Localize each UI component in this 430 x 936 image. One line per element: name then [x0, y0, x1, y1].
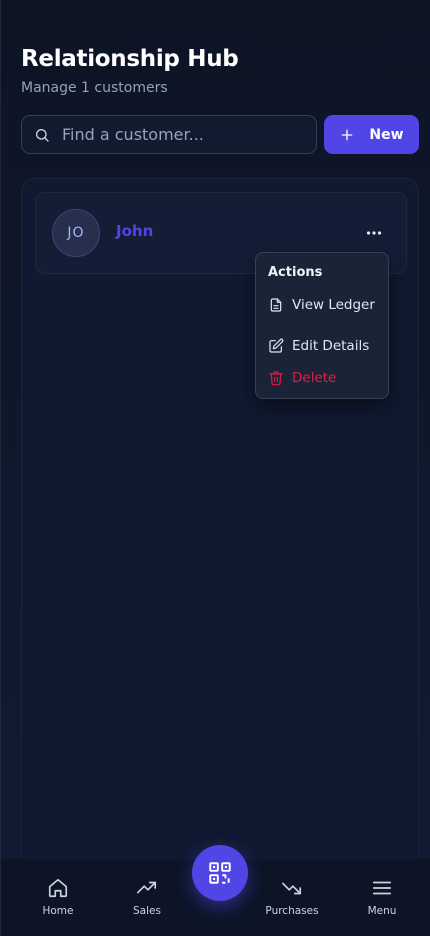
nav-item-home[interactable]: Home	[18, 877, 98, 917]
menu-item-label: Edit Details	[292, 338, 370, 354]
nav-item-label: Menu	[367, 905, 397, 917]
new-customer-button[interactable]: New	[324, 115, 419, 154]
qr-code-icon	[209, 862, 231, 884]
qr-scan-button[interactable]	[192, 845, 248, 901]
search-input[interactable]	[62, 125, 292, 144]
menu-item-delete[interactable]: Delete	[268, 367, 336, 389]
new-button-label: New	[369, 126, 404, 143]
nav-item-menu[interactable]: Menu	[342, 877, 422, 917]
hamburger-icon	[372, 881, 392, 895]
nav-item-label: Home	[42, 905, 74, 917]
trending-up-icon	[137, 881, 157, 894]
nav-item-label: Sales	[133, 905, 161, 917]
more-options-button[interactable]	[362, 223, 386, 243]
nav-item-purchases[interactable]: Purchases	[252, 877, 332, 917]
trending-down-icon	[282, 882, 302, 895]
plus-icon	[342, 129, 353, 140]
menu-item-edit-details[interactable]: Edit Details	[268, 335, 369, 357]
customer-name[interactable]: John	[116, 222, 153, 240]
home-icon	[48, 878, 68, 898]
page-header: Relationship Hub Manage 1 customers	[21, 46, 239, 96]
menu-item-label: View Ledger	[292, 297, 375, 313]
nav-item-sales[interactable]: Sales	[107, 877, 187, 917]
actions-menu: Actions View Ledger Edit Details Delete	[255, 252, 389, 399]
edit-icon	[269, 338, 284, 353]
page-title: Relationship Hub	[21, 46, 239, 72]
nav-item-label: Purchases	[265, 905, 319, 917]
menu-item-view-ledger[interactable]: View Ledger	[268, 294, 375, 316]
more-horizontal-icon	[366, 231, 382, 235]
actions-menu-title: Actions	[268, 265, 323, 280]
app-screen: Relationship Hub Manage 1 customers New …	[0, 0, 430, 936]
page-subtitle: Manage 1 customers	[21, 80, 168, 96]
menu-item-label: Delete	[292, 370, 337, 386]
avatar: JO	[52, 209, 100, 257]
trash-icon	[269, 371, 283, 386]
search-icon	[36, 128, 49, 142]
document-icon	[270, 298, 282, 312]
search-box[interactable]	[21, 115, 317, 154]
